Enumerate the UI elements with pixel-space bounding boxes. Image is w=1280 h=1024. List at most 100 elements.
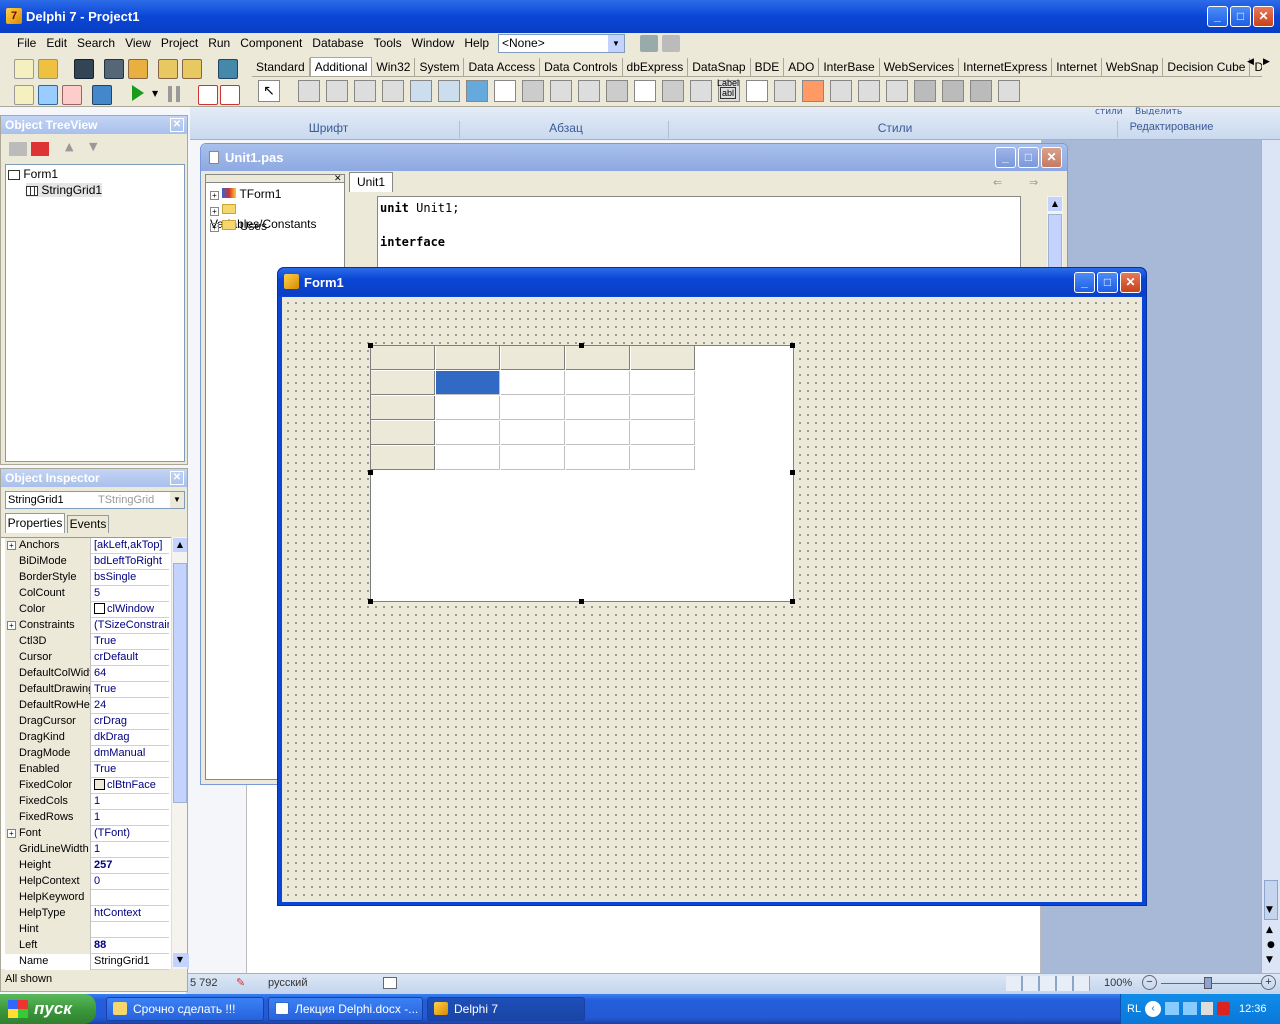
tab-system[interactable]: System bbox=[415, 58, 465, 76]
resize-handle-e[interactable] bbox=[790, 470, 795, 475]
grid-cell[interactable] bbox=[566, 421, 630, 445]
save-all-icon[interactable] bbox=[104, 59, 124, 79]
button-icon[interactable] bbox=[298, 80, 320, 102]
property-value[interactable]: 0 bbox=[93, 874, 169, 890]
form-design-surface[interactable] bbox=[282, 297, 1142, 902]
code-scroll-up-icon[interactable]: ▲ bbox=[1048, 197, 1062, 211]
property-value[interactable]: [akLeft,akTop] bbox=[93, 538, 169, 554]
language-indicator[interactable]: русский bbox=[268, 977, 307, 989]
form-close-button[interactable]: ✕ bbox=[1120, 272, 1141, 293]
property-row-bidimode[interactable]: BiDiMode bdLeftToRight bbox=[5, 554, 169, 570]
property-value[interactable]: (TFont) bbox=[93, 826, 169, 842]
word-browse-object-icon[interactable]: ● bbox=[1267, 940, 1275, 950]
grid-cell[interactable] bbox=[631, 396, 695, 420]
tree-item-form1[interactable]: Form1 bbox=[8, 167, 58, 181]
editor-tab-unit1[interactable]: Unit1 bbox=[349, 172, 393, 192]
chart-icon[interactable] bbox=[802, 80, 824, 102]
proofing-icon[interactable]: ✎ bbox=[236, 976, 245, 989]
open-icon[interactable] bbox=[38, 59, 58, 79]
maximize-button[interactable]: □ bbox=[1230, 6, 1251, 27]
desktop-combo[interactable]: <None> ▼ bbox=[498, 34, 625, 53]
menu-search[interactable]: Search bbox=[72, 33, 120, 53]
property-value[interactable]: htContext bbox=[93, 906, 169, 922]
combo-arrow-icon[interactable]: ▼ bbox=[608, 35, 624, 52]
trace-into-icon[interactable] bbox=[198, 85, 218, 105]
property-row-borderstyle[interactable]: BorderStyle bsSingle bbox=[5, 570, 169, 586]
grid-cell[interactable] bbox=[631, 371, 695, 395]
open-project-icon[interactable] bbox=[128, 59, 148, 79]
tray-expand-icon[interactable]: ‹ bbox=[1145, 1001, 1161, 1017]
tree-move-down-icon[interactable]: ▼ bbox=[89, 140, 97, 153]
save-desktop-icon[interactable] bbox=[640, 35, 658, 52]
property-row-constraints[interactable]: Constraints+ (TSizeConstraints) bbox=[5, 618, 169, 634]
inspector-close-icon[interactable]: ✕ bbox=[170, 471, 184, 485]
editor-minimize-button[interactable]: _ bbox=[995, 147, 1016, 168]
zoom-out-icon[interactable]: − bbox=[1142, 975, 1157, 990]
zoom-in-icon[interactable]: + bbox=[1261, 975, 1276, 990]
property-value[interactable]: 257 bbox=[93, 858, 169, 874]
actionmanager-icon[interactable] bbox=[830, 80, 852, 102]
tab-properties[interactable]: Properties bbox=[5, 513, 65, 533]
property-value[interactable]: crDefault bbox=[93, 650, 169, 666]
tree-item-stringgrid1[interactable]: StringGrid1 bbox=[26, 183, 103, 197]
property-row-left[interactable]: Left 88 bbox=[5, 938, 169, 954]
property-row-gridlinewidth[interactable]: GridLineWidth 1 bbox=[5, 842, 169, 858]
grid-fixed-cell[interactable] bbox=[501, 346, 565, 370]
macro-record-icon[interactable] bbox=[383, 977, 397, 989]
word-scroll-down-icon[interactable]: ▼ bbox=[1266, 905, 1273, 915]
scroll-up-icon[interactable]: ▲ bbox=[173, 538, 187, 552]
property-row-defaultdrawing[interactable]: DefaultDrawing True bbox=[5, 682, 169, 698]
grid-cell[interactable] bbox=[566, 371, 630, 395]
grid-cell[interactable] bbox=[501, 421, 565, 445]
shape-icon[interactable] bbox=[494, 80, 516, 102]
property-row-colcount[interactable]: ColCount 5 bbox=[5, 586, 169, 602]
property-value[interactable]: 5 bbox=[93, 586, 169, 602]
resize-handle-w[interactable] bbox=[368, 470, 373, 475]
menu-tools[interactable]: Tools bbox=[369, 33, 407, 53]
toggle-form-unit-icon[interactable] bbox=[62, 85, 82, 105]
tab-decision-cube[interactable]: Decision Cube bbox=[1163, 58, 1251, 76]
stringgrid-icon[interactable] bbox=[410, 80, 432, 102]
speedbutton-icon[interactable] bbox=[354, 80, 376, 102]
property-value[interactable]: clWindow bbox=[93, 602, 169, 618]
editor-maximize-button[interactable]: □ bbox=[1018, 147, 1039, 168]
menu-run[interactable]: Run bbox=[203, 33, 235, 53]
property-value[interactable]: 1 bbox=[93, 810, 169, 826]
scroll-down-icon[interactable]: ▼ bbox=[173, 953, 187, 967]
grid-cell[interactable] bbox=[631, 421, 695, 445]
run-dropdown-icon[interactable]: ▼ bbox=[152, 89, 158, 98]
menu-project[interactable]: Project bbox=[156, 33, 203, 53]
editor-close-button[interactable]: ✕ bbox=[1041, 147, 1062, 168]
property-value[interactable]: dmManual bbox=[93, 746, 169, 762]
grid-fixed-cell[interactable] bbox=[371, 396, 435, 420]
grid-fixed-cell[interactable] bbox=[371, 371, 435, 395]
ribbon-styles-button[interactable]: стили bbox=[1095, 107, 1123, 117]
resize-handle-sw[interactable] bbox=[368, 599, 373, 604]
form-maximize-button[interactable]: □ bbox=[1097, 272, 1118, 293]
property-value[interactable]: clBtnFace bbox=[93, 778, 169, 794]
nav-back-icon[interactable]: ⇐ bbox=[993, 176, 1002, 189]
resize-handle-nw[interactable] bbox=[368, 343, 373, 348]
actiontoolbar-icon[interactable] bbox=[886, 80, 908, 102]
tab-webservices[interactable]: WebServices bbox=[880, 58, 960, 76]
grid-cell[interactable] bbox=[436, 421, 500, 445]
word-vertical-scrollbar[interactable]: ▼ ▲ ● ▼ bbox=[1261, 140, 1280, 975]
object-selector[interactable]: StringGrid1 TStringGrid ▼ bbox=[5, 491, 185, 509]
tree-new-item-icon[interactable] bbox=[31, 142, 49, 156]
property-row-color[interactable]: Color clWindow bbox=[5, 602, 169, 618]
property-row-dragkind[interactable]: DragKind dkDrag bbox=[5, 730, 169, 746]
labelededit-icon[interactable] bbox=[746, 80, 768, 102]
pause-icon[interactable] bbox=[168, 86, 180, 102]
property-value[interactable]: dkDrag bbox=[93, 730, 169, 746]
pointer-tool-icon[interactable]: ↖ bbox=[258, 80, 280, 102]
controlbar-icon[interactable] bbox=[662, 80, 684, 102]
resize-handle-ne[interactable] bbox=[790, 343, 795, 348]
property-row-defaultrowheight[interactable]: DefaultRowHeight24 bbox=[5, 698, 169, 714]
tab-internetexpress[interactable]: InternetExpress bbox=[959, 58, 1053, 76]
applicationevents-icon[interactable] bbox=[690, 80, 712, 102]
main-window-titlebar[interactable]: 7 Delphi 7 - Project1 _ □ ✕ bbox=[0, 0, 1280, 33]
menu-file[interactable]: File bbox=[12, 33, 41, 53]
remove-file-icon[interactable] bbox=[182, 59, 202, 79]
property-value[interactable]: True bbox=[93, 762, 169, 778]
grid-cell[interactable] bbox=[631, 446, 695, 470]
